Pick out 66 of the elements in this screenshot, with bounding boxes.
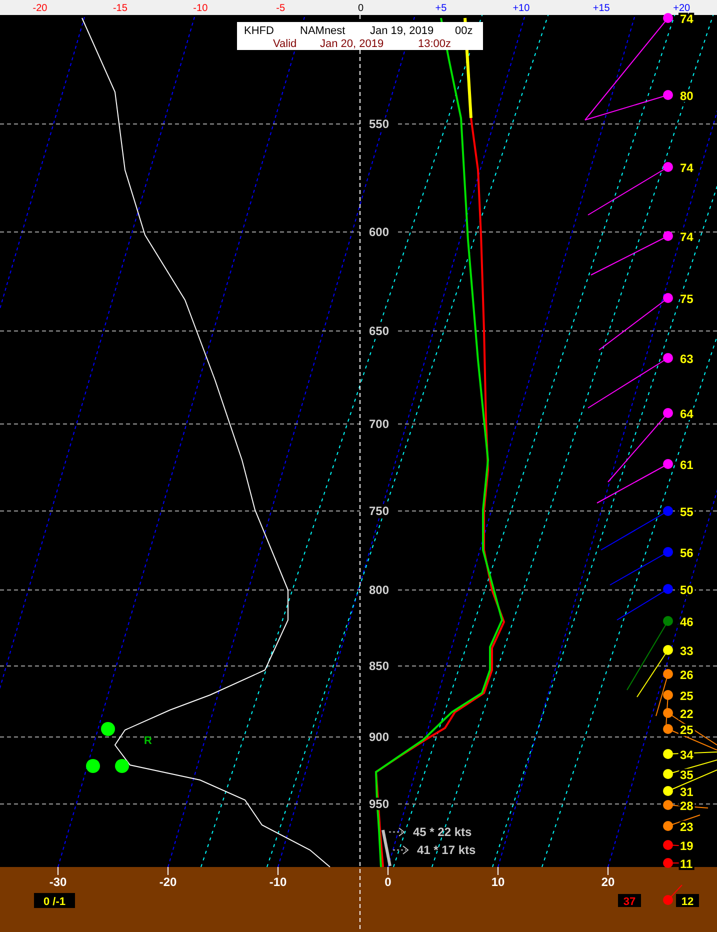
temperature-scale-label: -15 [112,3,128,14]
temperature-scale-label: +10 [512,3,530,14]
wind-speed-label: 46 [680,615,694,629]
wind-speed-label: 23 [680,820,694,834]
temperature-axis-label: 0 [384,875,392,889]
freezing-level-label: 0 /-1 [44,896,66,908]
marker-dot [101,722,115,736]
cycle-label: 00z [455,25,473,37]
temperature-scale-label: -5 [276,3,286,14]
marker-dot [115,759,129,773]
precip-type-label: R [144,735,152,747]
temperature-axis-label: -30 [49,875,67,889]
wind-speed-label: 12 [681,896,694,908]
wind-speed-label: 11 [680,857,693,871]
temperature-scale-label: -20 [32,3,48,14]
run-date-label: Jan 19, 2019 [370,25,434,37]
storm-motion-line [382,830,392,866]
wind-speed-label: 25 [680,689,694,703]
wind-speed-label: 61 [680,458,694,472]
storm-motion-label: 45 * 22 kts [413,825,472,839]
pressure-label: 800 [368,583,390,597]
marker-dot [86,759,100,773]
temperature-axis-label: -20 [159,875,177,889]
temperature-scale-label: +20 [673,3,690,14]
wind-speed-label: 31 [680,785,694,799]
pressure-label: 600 [368,225,390,239]
wind-speed-label: 26 [680,668,694,682]
wind-speed-label: 63 [680,352,694,366]
temperature-scale-label: +5 [435,3,447,14]
wind-speed-label: 35 [680,768,694,782]
pressure-label: 550 [368,117,390,131]
value-box [676,894,699,907]
arrow-icon [392,846,409,854]
wind-speed-label: 50 [680,583,694,597]
temperature-scale-label: -10 [193,3,208,14]
temperature-scale-label: +15 [592,3,610,14]
temperature-axis-label: -10 [269,875,287,889]
value-label: 37 [623,896,636,908]
wind-speed-label: 74 [680,230,694,244]
storm-motion-label: 41 * 17 kts [417,843,476,857]
arrow-icon [388,828,405,836]
temperature-axis-label: 20 [601,875,615,889]
pressure-label: 700 [368,417,390,431]
wind-speed-label: 55 [680,505,694,519]
wind-speed-label: 33 [680,644,694,658]
freezing-level-box [34,893,75,908]
pressure-label: 900 [368,730,390,744]
valid-date-label: Jan 20, 2019 [320,38,384,50]
wind-speed-label: 64 [680,407,694,421]
wind-speed-label: 74 [680,161,694,175]
value-box [618,894,641,907]
wind-speed-label: 74 [680,12,694,26]
pressure-label: 850 [368,659,390,673]
valid-time-label: 13:00z [418,38,452,50]
model-label: NAMnest [300,25,346,37]
wind-speed-label: 56 [680,546,694,560]
temperature-axis-label: 10 [491,875,505,889]
pressure-label: 650 [368,324,390,338]
wind-speed-label: 25 [680,723,694,737]
station-label: KHFD [244,25,274,37]
temperature-scale-label: 0 [358,3,364,14]
pressure-label: 750 [368,504,390,518]
wind-speed-label: 80 [680,89,694,103]
wind-speed-label: 22 [680,707,694,721]
valid-label: Valid [273,38,297,50]
wind-speed-label: 75 [680,292,694,306]
